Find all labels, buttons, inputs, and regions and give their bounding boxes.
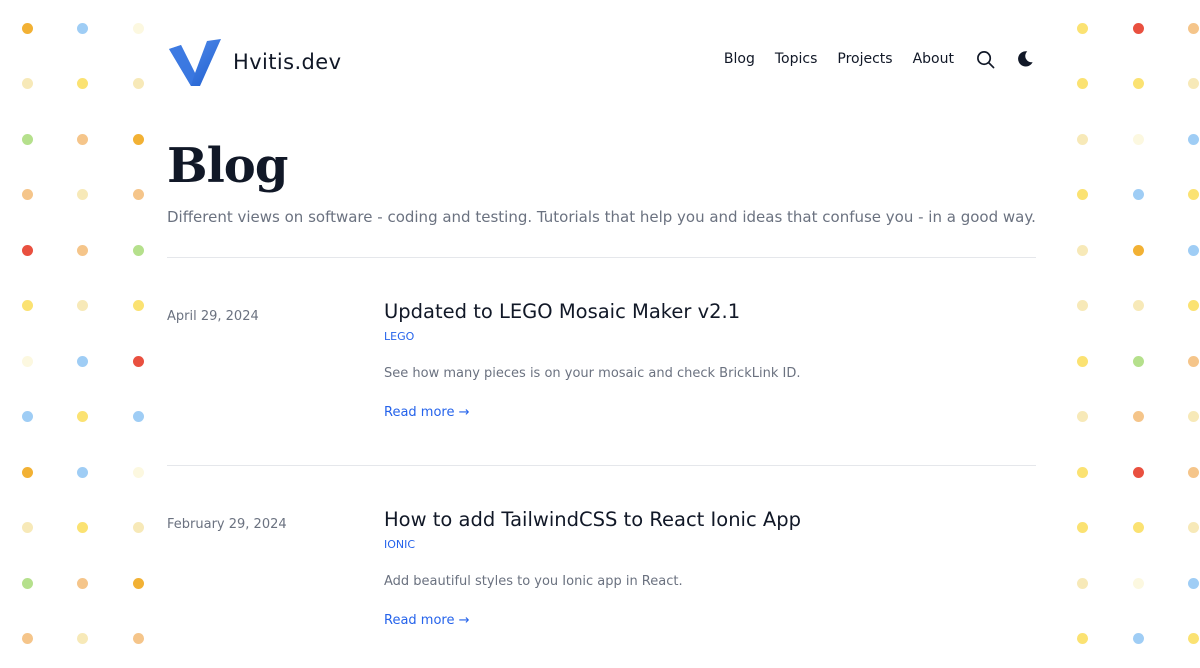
decorative-dot bbox=[1187, 633, 1199, 644]
post-tag-link[interactable]: IONIC bbox=[384, 538, 415, 551]
decorative-dot bbox=[132, 189, 144, 200]
decorative-dot bbox=[1187, 300, 1199, 311]
post-date: February 29, 2024 bbox=[167, 517, 287, 532]
decorative-dot bbox=[1132, 300, 1144, 311]
decorative-dot bbox=[1187, 522, 1199, 533]
decorative-dot bbox=[76, 133, 88, 145]
decorative-dot bbox=[132, 22, 144, 34]
decorative-dot bbox=[132, 355, 144, 367]
logo-icon[interactable] bbox=[167, 35, 223, 87]
decorative-dot bbox=[21, 522, 33, 533]
decorative-dot bbox=[1132, 244, 1144, 256]
post-date: April 29, 2024 bbox=[167, 309, 259, 324]
decorative-dot bbox=[76, 577, 88, 589]
decorative-dot bbox=[1187, 244, 1199, 256]
decorative-dot bbox=[1187, 411, 1199, 422]
decorative-dot bbox=[76, 522, 88, 533]
decorative-dot bbox=[132, 411, 144, 422]
decorative-dot bbox=[21, 577, 33, 589]
decorative-dot bbox=[76, 355, 88, 367]
decorative-dot bbox=[21, 133, 33, 145]
moon-icon[interactable] bbox=[1014, 48, 1036, 70]
decorative-dot bbox=[1132, 78, 1144, 89]
decorative-dot bbox=[1076, 411, 1088, 422]
decorative-dot bbox=[1076, 577, 1088, 589]
post-description: Add beautiful styles to you Ionic app in… bbox=[384, 574, 683, 589]
decorative-dot bbox=[21, 633, 33, 644]
decorative-dot bbox=[1187, 133, 1199, 145]
decorative-dot bbox=[132, 466, 144, 478]
decorative-dot bbox=[21, 22, 33, 34]
decorative-dot bbox=[1132, 522, 1144, 533]
decorative-dot bbox=[76, 78, 88, 89]
decorative-dot bbox=[21, 189, 33, 200]
decorative-dot bbox=[21, 355, 33, 367]
decorative-dot bbox=[132, 633, 144, 644]
decorative-dot bbox=[1132, 22, 1144, 34]
decorative-dot bbox=[1187, 466, 1199, 478]
divider bbox=[167, 257, 1036, 258]
page-title: Blog bbox=[167, 138, 288, 194]
decorative-dot bbox=[1187, 78, 1199, 89]
decorative-dot bbox=[1132, 466, 1144, 478]
decorative-dot bbox=[1076, 189, 1088, 200]
decorative-dot bbox=[76, 633, 88, 644]
read-more-link[interactable]: Read more → bbox=[384, 405, 470, 420]
post-description: See how many pieces is on your mosaic an… bbox=[384, 366, 801, 381]
decorative-dot bbox=[1076, 522, 1088, 533]
decorative-dot bbox=[21, 466, 33, 478]
decorative-dot bbox=[1076, 633, 1088, 644]
nav-about-link[interactable]: About bbox=[913, 51, 954, 67]
decorative-dot bbox=[1132, 355, 1144, 367]
decorative-dot bbox=[132, 300, 144, 311]
decorative-dot bbox=[21, 411, 33, 422]
site-header: Hvitis.dev Blog Topics Projects About bbox=[167, 30, 1036, 90]
decorative-dot bbox=[1132, 133, 1144, 145]
decorative-dot bbox=[1076, 78, 1088, 89]
decorative-dot bbox=[1076, 355, 1088, 367]
decorative-dot bbox=[76, 411, 88, 422]
decorative-dot bbox=[1187, 577, 1199, 589]
decorative-dot bbox=[1076, 133, 1088, 145]
decorative-dot bbox=[76, 244, 88, 256]
decorative-dot bbox=[1076, 244, 1088, 256]
decorative-dot bbox=[1076, 300, 1088, 311]
nav-blog-link[interactable]: Blog bbox=[724, 51, 755, 67]
decorative-dot bbox=[76, 300, 88, 311]
main-nav: Blog Topics Projects About bbox=[724, 48, 1036, 70]
site-name[interactable]: Hvitis.dev bbox=[233, 50, 341, 74]
decorative-dot bbox=[1132, 411, 1144, 422]
decorative-dot bbox=[1187, 355, 1199, 367]
post-title-link[interactable]: How to add TailwindCSS to React Ionic Ap… bbox=[384, 508, 801, 531]
decorative-dot bbox=[132, 522, 144, 533]
decorative-dot bbox=[132, 133, 144, 145]
decorative-dot bbox=[1132, 633, 1144, 644]
post-title-link[interactable]: Updated to LEGO Mosaic Maker v2.1 bbox=[384, 300, 740, 323]
decorative-dot bbox=[21, 78, 33, 89]
nav-projects-link[interactable]: Projects bbox=[837, 51, 892, 67]
search-icon[interactable] bbox=[974, 48, 996, 70]
page-container: Hvitis.dev Blog Topics Projects About Bl… bbox=[167, 0, 1036, 668]
decorative-dot bbox=[1132, 577, 1144, 589]
post-tag-link[interactable]: LEGO bbox=[384, 330, 414, 343]
nav-topics-link[interactable]: Topics bbox=[775, 51, 818, 67]
decorative-dot bbox=[76, 22, 88, 34]
decorative-dot bbox=[21, 300, 33, 311]
decorative-dot bbox=[1076, 22, 1088, 34]
decorative-dot bbox=[1187, 189, 1199, 200]
decorative-dot bbox=[132, 78, 144, 89]
decorative-dot bbox=[21, 244, 33, 256]
decorative-dot bbox=[1187, 22, 1199, 34]
divider bbox=[167, 465, 1036, 466]
decorative-dot bbox=[1132, 189, 1144, 200]
decorative-dot bbox=[1076, 466, 1088, 478]
decorative-dot bbox=[76, 189, 88, 200]
decorative-dot bbox=[132, 244, 144, 256]
page-subtitle: Different views on software - coding and… bbox=[167, 208, 1036, 226]
decorative-dot bbox=[132, 577, 144, 589]
read-more-link[interactable]: Read more → bbox=[384, 613, 470, 628]
decorative-dot bbox=[76, 466, 88, 478]
